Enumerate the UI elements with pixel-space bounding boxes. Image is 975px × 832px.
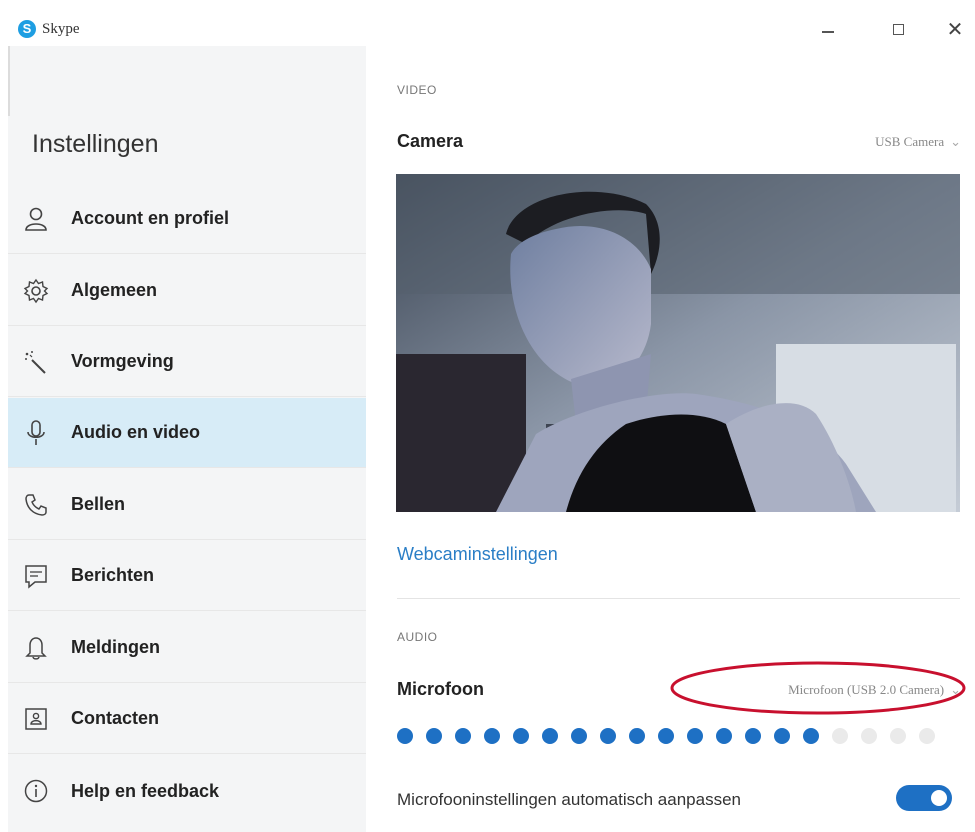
- webcam-settings-link[interactable]: Webcaminstellingen: [397, 544, 558, 565]
- microphone-label: Microfoon: [397, 679, 484, 699]
- level-dot: [426, 728, 442, 744]
- sidebar-item-label: Meldingen: [71, 637, 160, 657]
- title-bar: S Skype ✕: [0, 0, 975, 46]
- minimize-icon: [822, 31, 834, 33]
- level-dot: [484, 728, 500, 744]
- level-dot: [542, 728, 558, 744]
- maximize-button[interactable]: [880, 14, 916, 44]
- maximize-icon: [892, 23, 904, 35]
- level-dot: [658, 728, 674, 744]
- toggle-knob: [931, 790, 947, 806]
- sidebar-item-calling[interactable]: Bellen: [8, 470, 366, 540]
- close-button[interactable]: ✕: [937, 14, 973, 44]
- video-section-heading: VIDEO: [397, 83, 437, 97]
- skype-logo-icon: S: [18, 20, 36, 38]
- microphone-icon: [22, 419, 50, 447]
- sidebar-title: Instellingen: [32, 130, 159, 158]
- bell-icon: [22, 634, 50, 662]
- sidebar-item-label: Vormgeving: [71, 351, 174, 371]
- sidebar-item-help[interactable]: Help en feedback: [8, 756, 366, 826]
- auto-adjust-toggle[interactable]: [896, 785, 952, 811]
- level-dot: [629, 728, 645, 744]
- sidebar-item-audio-video[interactable]: Audio en video: [8, 398, 366, 468]
- sidebar-item-label: Berichten: [71, 565, 155, 585]
- settings-sidebar: Instellingen Account en profiel Algemeen…: [8, 46, 366, 832]
- level-dot: [890, 728, 906, 744]
- sidebar-item-label: Contacten: [71, 708, 160, 728]
- sidebar-item-label: Account en profiel: [71, 208, 230, 228]
- sidebar-item-label: Bellen: [71, 494, 126, 514]
- level-dot: [687, 728, 703, 744]
- sidebar-item-label: Audio en video: [71, 422, 201, 442]
- level-dot: [716, 728, 732, 744]
- level-dot: [919, 728, 935, 744]
- sidebar-item-account[interactable]: Account en profiel: [8, 184, 366, 254]
- camera-dropdown[interactable]: USB Camera ⌄: [875, 134, 961, 150]
- close-icon: ✕: [946, 18, 964, 41]
- sidebar-scroll-edge: [8, 46, 10, 116]
- camera-label: Camera: [397, 131, 464, 151]
- level-dot: [513, 728, 529, 744]
- level-dot: [455, 728, 471, 744]
- audio-section-heading: AUDIO: [397, 630, 438, 644]
- sidebar-item-messages[interactable]: Berichten: [8, 541, 366, 611]
- contact-card-icon: [22, 705, 50, 733]
- message-icon: [22, 562, 50, 590]
- sidebar-item-label: Help en feedback: [71, 780, 220, 801]
- sidebar-item-contacts[interactable]: Contacten: [8, 684, 366, 754]
- window-title: Skype: [42, 21, 80, 37]
- phone-icon: [22, 491, 50, 519]
- level-dot: [774, 728, 790, 744]
- level-dot: [571, 728, 587, 744]
- sidebar-item-appearance[interactable]: Vormgeving: [8, 327, 366, 397]
- camera-preview: [396, 174, 960, 512]
- chevron-down-icon: ⌄: [950, 134, 961, 149]
- level-dot: [832, 728, 848, 744]
- level-dot: [861, 728, 877, 744]
- level-dot: [803, 728, 819, 744]
- camera-dropdown-value: USB Camera: [875, 134, 945, 149]
- settings-content: VIDEO Camera USB Camera ⌄ Webcaminstelli…: [366, 46, 975, 832]
- magic-wand-icon: [22, 348, 50, 376]
- sidebar-item-label: Algemeen: [71, 280, 158, 300]
- person-icon: [22, 205, 50, 233]
- section-divider: [397, 598, 960, 599]
- sidebar-item-notifications[interactable]: Meldingen: [8, 613, 366, 683]
- red-highlight-circle: [670, 661, 966, 715]
- gear-icon: [22, 277, 50, 305]
- level-dot: [397, 728, 413, 744]
- level-dot: [600, 728, 616, 744]
- minimize-button[interactable]: [810, 14, 846, 44]
- level-dot: [745, 728, 761, 744]
- auto-adjust-label: Microfooninstellingen automatisch aanpas…: [397, 790, 741, 809]
- info-icon: [22, 777, 50, 805]
- sidebar-item-general[interactable]: Algemeen: [8, 256, 366, 326]
